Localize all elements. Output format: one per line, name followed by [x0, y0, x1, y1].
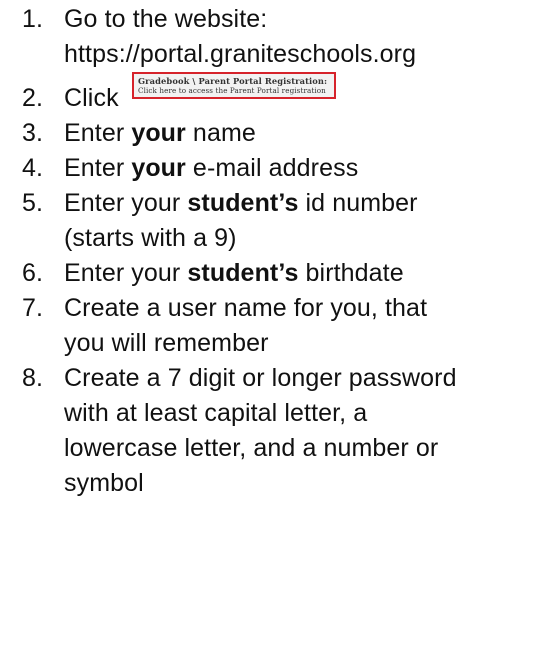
step-text-line-1: Create a 7 digit or longer password: [64, 364, 457, 392]
step-text-line-2: with at least capital letter, a: [64, 399, 368, 427]
step-number: 6.: [22, 259, 44, 287]
step-text-post: name: [185, 119, 256, 147]
step-text: Create a user name for you, that you wil…: [64, 291, 556, 361]
step-text-bold: your: [131, 119, 186, 147]
step-number: 3.: [22, 119, 44, 147]
website-url: https://portal.graniteschools.org: [64, 40, 417, 68]
step-6: 6. Enter your student’s birthdate: [22, 256, 556, 291]
step-text-post: birthdate: [298, 259, 404, 287]
step-2: 2. Click Gradebook \ Parent Portal Regis…: [22, 72, 556, 116]
step-text: Enter your student’s birthdate: [64, 256, 556, 291]
step-text-pre: Enter your: [64, 189, 188, 217]
step-text-bold: student’s: [187, 189, 299, 217]
step-text-pre: Enter: [64, 154, 132, 182]
step-text-pre: Enter: [64, 119, 132, 147]
step-text-line-2: you will remember: [64, 329, 269, 357]
step-text-post: id number: [298, 189, 418, 217]
registration-button-subtitle: Click here to access the Parent Portal r…: [138, 86, 326, 95]
step-3: 3. Enter your name: [22, 116, 556, 151]
step-text: Enter your student’s id number (starts wi…: [64, 186, 556, 256]
step-number: 7.: [22, 294, 44, 322]
step-5: 5. Enter your student’s id number (starts…: [22, 186, 556, 256]
instructions-page: 1. Go to the website: https://portal.gra…: [0, 0, 556, 648]
step-number: 4.: [22, 154, 44, 182]
step-text-pre: Enter your: [64, 259, 188, 287]
step-1: 1. Go to the website: https://portal.gra…: [22, 2, 556, 72]
step-text-line-4: symbol: [64, 469, 144, 497]
step-text: Enter your name: [64, 116, 556, 151]
step-number: 1.: [22, 5, 44, 33]
step-text-bold: your: [131, 154, 186, 182]
step-text: Go to the website: https://portal.granit…: [64, 2, 556, 72]
registration-button-title: Gradebook \ Parent Portal Registration:: [138, 76, 328, 86]
step-number: 2.: [22, 84, 44, 112]
step-8: 8. Create a 7 digit or longer password w…: [22, 361, 556, 501]
step-number: 8.: [22, 364, 44, 392]
step-text-line-2: (starts with a 9): [64, 224, 237, 252]
step-text-line-1: Create a user name for you, that: [64, 294, 428, 322]
step-text-post: e-mail address: [185, 154, 359, 182]
step-text-line-3: lowercase letter, and a number or: [64, 434, 439, 462]
step-text: Enter your e-mail address: [64, 151, 556, 186]
step-1-line-1: Go to the website:: [64, 5, 268, 33]
parent-portal-registration-button-image: Gradebook \ Parent Portal Registration: …: [132, 72, 336, 99]
step-7: 7. Create a user name for you, that you …: [22, 291, 556, 361]
step-text-bold: student’s: [187, 259, 299, 287]
steps-list: 1. Go to the website: https://portal.gra…: [22, 2, 556, 501]
step-text: Create a 7 digit or longer password with…: [64, 361, 556, 501]
step-number: 5.: [22, 189, 44, 217]
step-4: 4. Enter your e-mail address: [22, 151, 556, 186]
